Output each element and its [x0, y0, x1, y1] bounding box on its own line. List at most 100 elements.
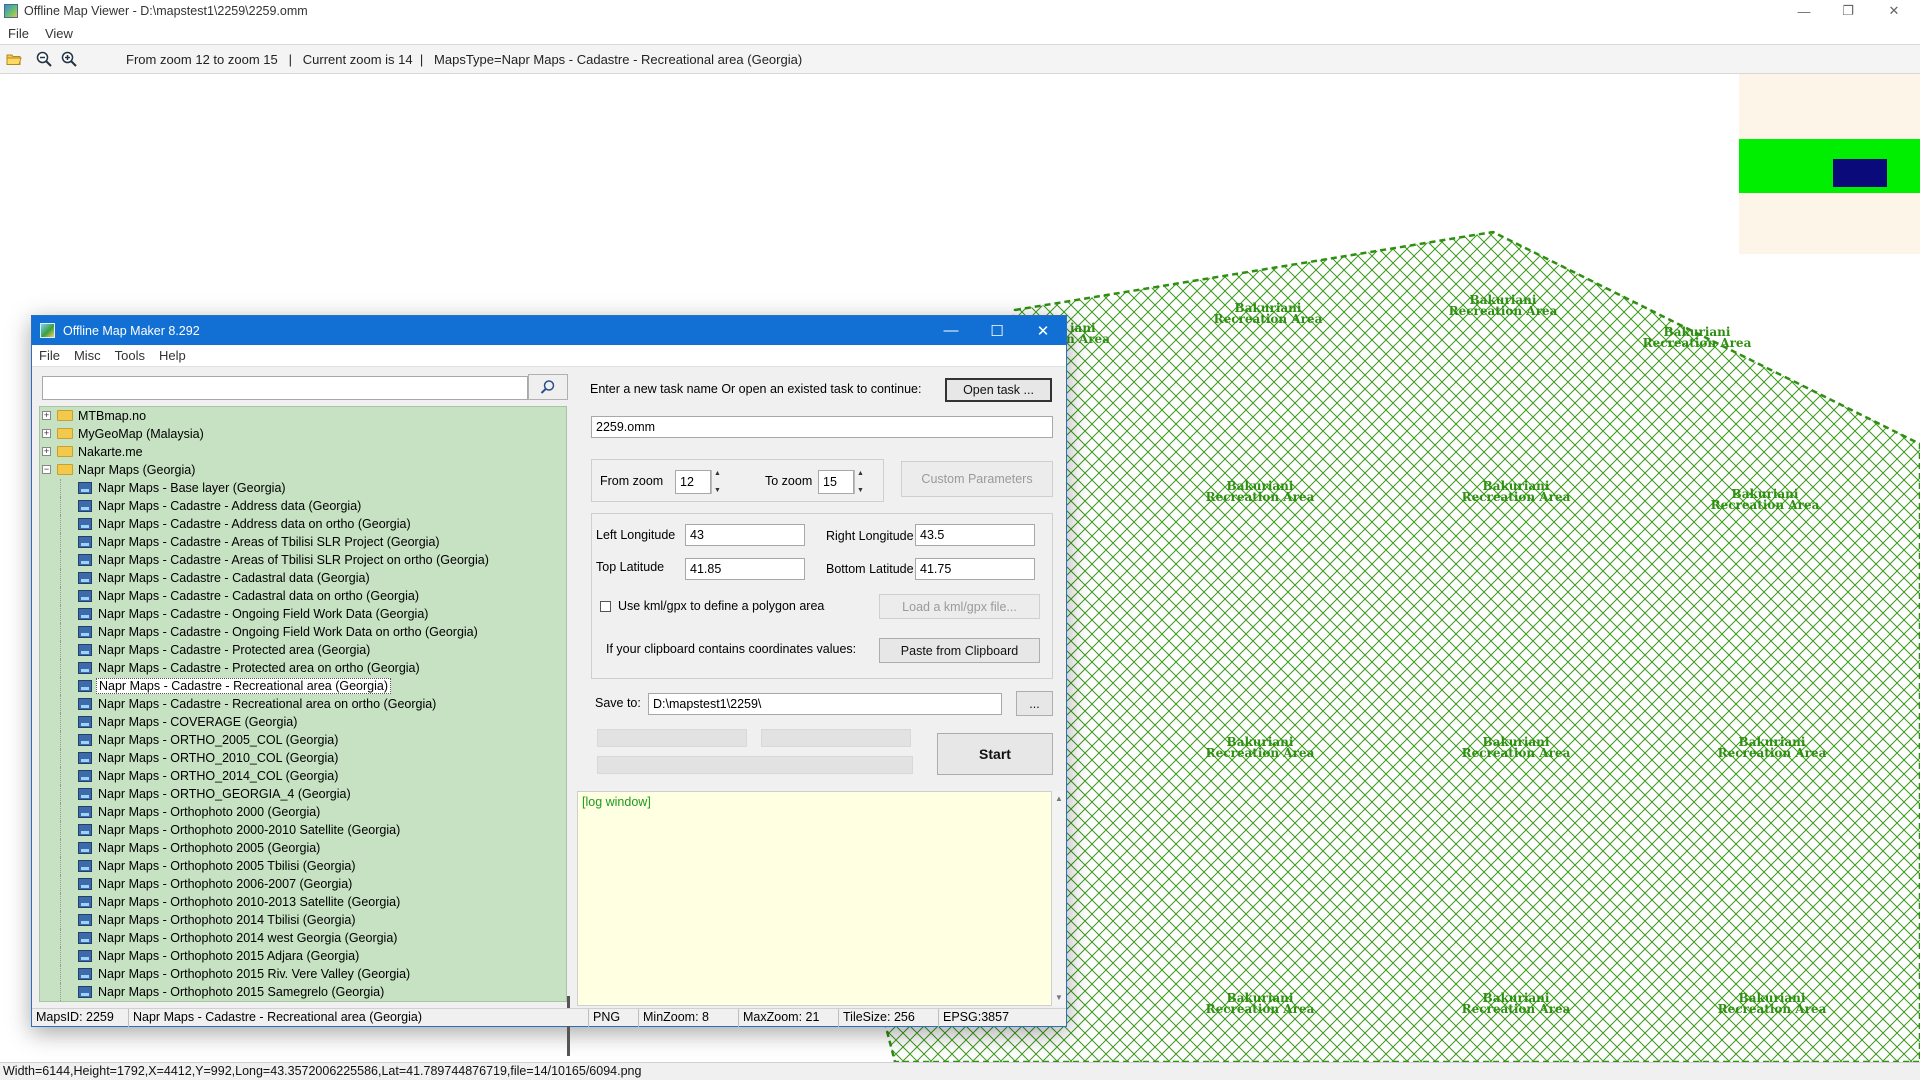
tree-row[interactable]: Napr Maps - ORTHO_GEORGIA_4 (Georgia)	[40, 785, 566, 803]
tree-row[interactable]: Napr Maps - Cadastre - Protected area on…	[40, 659, 566, 677]
tree-row[interactable]: Napr Maps - Orthophoto 2000 (Georgia)	[40, 803, 566, 821]
log-scroll-down-icon[interactable]: ▼	[1055, 993, 1063, 1002]
restore-button[interactable]: ❐	[1826, 0, 1870, 22]
minimize-button[interactable]: —	[1782, 0, 1826, 22]
tree-item-label[interactable]: Napr Maps - Cadastre - Cadastral data (G…	[96, 571, 372, 585]
tree-row[interactable]: Napr Maps - Cadastre - Areas of Tbilisi …	[40, 533, 566, 551]
tree-row[interactable]: + MTBmap.no	[40, 407, 566, 425]
map-types-tree[interactable]: + MTBmap.no + MyGeoMap (Malaysia) + Nakarte.m…	[39, 406, 567, 1002]
tree-item-label[interactable]: Napr Maps - Orthophoto 2000-2010 Satelli…	[96, 823, 402, 837]
tree-item-label[interactable]: Napr Maps - ORTHO_2005_COL (Georgia)	[96, 733, 340, 747]
tree-row[interactable]: Napr Maps - Orthophoto 2005 Tbilisi (Geo…	[40, 857, 566, 875]
tree-row[interactable]: Napr Maps - ORTHO_2005_COL (Georgia)	[40, 731, 566, 749]
tree-item-label[interactable]: Napr Maps - Orthophoto 2015 Samegrelo (G…	[96, 985, 386, 999]
tree-item-label[interactable]: Napr Maps - Orthophoto 2014 west Georgia…	[96, 931, 399, 945]
tree-item-label[interactable]: Napr Maps - Orthophoto 2015 Adjara (Geor…	[96, 949, 361, 963]
tree-item-label[interactable]: Napr Maps (Georgia)	[76, 463, 197, 477]
tree-row[interactable]: Napr Maps - Orthophoto 2010-2013 Satelli…	[40, 893, 566, 911]
tree-row[interactable]: Napr Maps - Cadastre - Protected area (G…	[40, 641, 566, 659]
tree-item-label[interactable]: Napr Maps - Cadastre - Ongoing Field Wor…	[96, 625, 480, 639]
tree-item-label[interactable]: Napr Maps - Cadastre - Areas of Tbilisi …	[96, 535, 442, 549]
tree-item-label[interactable]: Napr Maps - Cadastre - Address data on o…	[96, 517, 413, 531]
expand-icon[interactable]: +	[42, 411, 51, 420]
expand-icon[interactable]: +	[42, 447, 51, 456]
load-kml-button[interactable]: Load a kml/gpx file...	[879, 594, 1040, 619]
use-kml-checkbox[interactable]	[600, 601, 611, 612]
tree-row[interactable]: Napr Maps - Cadastre - Recreational area…	[40, 695, 566, 713]
omm-menu-file[interactable]: File	[32, 348, 67, 363]
from-zoom-field[interactable]	[675, 470, 711, 494]
close-button[interactable]: ✕	[1872, 0, 1916, 22]
tree-row[interactable]: + Nakarte.me	[40, 443, 566, 461]
tree-item-label[interactable]: Nakarte.me	[76, 445, 145, 459]
browse-button[interactable]: ...	[1016, 691, 1053, 716]
tree-item-label[interactable]: Napr Maps - Orthophoto 2000 (Georgia)	[96, 805, 322, 819]
tree-item-label[interactable]: Napr Maps - Orthophoto 2015 Riv. Vere Va…	[96, 967, 412, 981]
tree-item-label-selected[interactable]: Napr Maps - Cadastre - Recreational area…	[96, 678, 392, 694]
tree-row[interactable]: Napr Maps - Base layer (Georgia)	[40, 479, 566, 497]
tree-item-label[interactable]: Napr Maps - Base layer (Georgia)	[96, 481, 288, 495]
tree-row[interactable]: Napr Maps - Cadastre - Cadastral data (G…	[40, 569, 566, 587]
log-scrollbar[interactable]: ▲ ▼	[1052, 791, 1065, 1006]
omm-menu-misc[interactable]: Misc	[67, 348, 108, 363]
left-longitude-field[interactable]	[685, 524, 805, 546]
to-zoom-spinner[interactable]: ▲ ▼	[854, 470, 866, 494]
tree-row[interactable]: Napr Maps - Cadastre - Recreational area…	[40, 677, 566, 695]
omm-minimize-button[interactable]: —	[928, 316, 974, 345]
tree-row[interactable]: Napr Maps - Cadastre - Address data (Geo…	[40, 497, 566, 515]
tree-item-label[interactable]: Napr Maps - Cadastre - Recreational area…	[96, 697, 438, 711]
tree-row[interactable]: Napr Maps - ORTHO_2010_COL (Georgia)	[40, 749, 566, 767]
tree-scrollbar[interactable]	[568, 406, 576, 1002]
log-window[interactable]: [log window]	[577, 791, 1052, 1006]
expand-icon[interactable]: +	[42, 429, 51, 438]
tree-row[interactable]: − Napr Maps (Georgia)	[40, 461, 566, 479]
top-latitude-field[interactable]	[685, 558, 805, 580]
map-search-input[interactable]	[42, 376, 528, 400]
tree-item-label[interactable]: MyGeoMap (Malaysia)	[76, 427, 206, 441]
tree-item-label[interactable]: Napr Maps - Orthophoto 2006-2007 (Georgi…	[96, 877, 354, 891]
tree-item-label[interactable]: Napr Maps - Orthophoto 2005 (Georgia)	[96, 841, 322, 855]
tree-item-label[interactable]: Napr Maps - Orthophoto 2005 Tbilisi (Geo…	[96, 859, 358, 873]
zoom-in-icon[interactable]	[58, 48, 80, 70]
tree-item-label[interactable]: Napr Maps - Cadastre - Protected area (G…	[96, 643, 372, 657]
tree-item-label[interactable]: Napr Maps - ORTHO_GEORGIA_4 (Georgia)	[96, 787, 353, 801]
omm-close-button[interactable]: ✕	[1020, 316, 1066, 345]
bottom-latitude-field[interactable]	[915, 558, 1035, 580]
tree-row[interactable]: Napr Maps - Orthophoto 2016 2017 (Georgi…	[40, 1001, 566, 1002]
tree-item-label[interactable]: Napr Maps - Cadastre - Areas of Tbilisi …	[96, 553, 491, 567]
tree-row[interactable]: Napr Maps - Cadastre - Cadastral data on…	[40, 587, 566, 605]
open-folder-icon[interactable]	[3, 48, 25, 70]
search-button[interactable]	[528, 374, 568, 400]
start-button[interactable]: Start	[937, 733, 1053, 775]
to-zoom-field[interactable]	[818, 470, 854, 494]
zoom-out-icon[interactable]	[33, 48, 55, 70]
tree-item-label[interactable]: Napr Maps - Orthophoto 2010-2013 Satelli…	[96, 895, 402, 909]
tree-row[interactable]: Napr Maps - Cadastre - Ongoing Field Wor…	[40, 605, 566, 623]
tree-row[interactable]: Napr Maps - Orthophoto 2015 Adjara (Geor…	[40, 947, 566, 965]
open-task-button[interactable]: Open task ...	[945, 378, 1052, 402]
tree-row[interactable]: Napr Maps - Orthophoto 2005 (Georgia)	[40, 839, 566, 857]
tree-item-label[interactable]: Napr Maps - Cadastre - Ongoing Field Wor…	[96, 607, 430, 621]
tree-row[interactable]: Napr Maps - Orthophoto 2006-2007 (Georgi…	[40, 875, 566, 893]
from-zoom-spinner[interactable]: ▲ ▼	[711, 470, 723, 494]
paste-from-clipboard-button[interactable]: Paste from Clipboard	[879, 638, 1040, 663]
omm-menu-tools[interactable]: Tools	[108, 348, 152, 363]
tree-item-label[interactable]: Napr Maps - Cadastre - Protected area on…	[96, 661, 422, 675]
tree-row[interactable]: Napr Maps - Cadastre - Address data on o…	[40, 515, 566, 533]
tree-row[interactable]: + MyGeoMap (Malaysia)	[40, 425, 566, 443]
tree-item-label[interactable]: Napr Maps - ORTHO_2014_COL (Georgia)	[96, 769, 340, 783]
tree-row[interactable]: Napr Maps - Cadastre - Ongoing Field Wor…	[40, 623, 566, 641]
tree-row[interactable]: Napr Maps - COVERAGE (Georgia)	[40, 713, 566, 731]
menu-view[interactable]: View	[37, 26, 81, 41]
tree-row[interactable]: Napr Maps - Orthophoto 2015 Samegrelo (G…	[40, 983, 566, 1001]
task-name-field[interactable]	[591, 416, 1053, 438]
save-to-field[interactable]	[648, 693, 1002, 715]
omm-menu-help[interactable]: Help	[152, 348, 193, 363]
tree-row[interactable]: Napr Maps - ORTHO_2014_COL (Georgia)	[40, 767, 566, 785]
tree-item-label[interactable]: Napr Maps - Cadastre - Cadastral data on…	[96, 589, 421, 603]
tree-item-label[interactable]: Napr Maps - COVERAGE (Georgia)	[96, 715, 299, 729]
omm-titlebar[interactable]: Offline Map Maker 8.292 — ☐ ✕	[32, 316, 1066, 345]
tree-item-label[interactable]: Napr Maps - Cadastre - Address data (Geo…	[96, 499, 363, 513]
right-longitude-field[interactable]	[915, 524, 1035, 546]
log-scroll-up-icon[interactable]: ▲	[1055, 794, 1063, 803]
